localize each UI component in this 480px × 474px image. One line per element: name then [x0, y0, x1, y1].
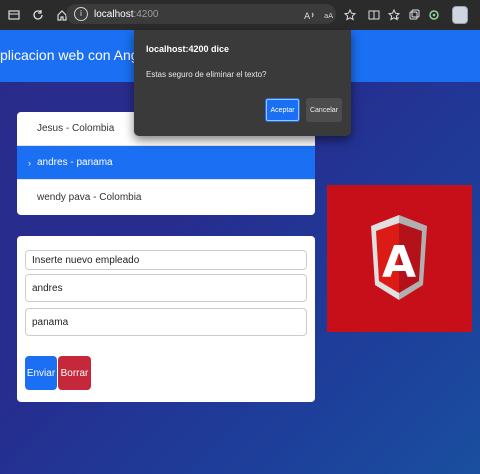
url-port: :4200 [133, 8, 159, 20]
list-item-active[interactable]: › andres - panama [17, 146, 315, 180]
list-item-label: Jesus - Colombia [37, 123, 115, 134]
window-menu-icon[interactable] [4, 5, 24, 25]
angular-letter: A [382, 237, 416, 288]
list-item-label: andres - panama [37, 157, 113, 168]
confirm-dialog: localhost:4200 dice Estas seguro de elim… [134, 30, 351, 136]
chevron-right-icon: › [28, 157, 31, 168]
collections-icon[interactable] [404, 5, 424, 25]
angular-logo-image: A [327, 185, 472, 332]
cancel-button[interactable]: Cancelar [306, 98, 342, 122]
list-item[interactable]: wendy pava - Colombia [17, 180, 315, 214]
browser-toolbar: i localhost:4200 A aA [0, 0, 480, 30]
angular-logo-icon: A [371, 215, 427, 300]
dialog-title: localhost:4200 dice [146, 44, 230, 54]
dialog-message: Estas seguro de eliminar el texto? [146, 70, 267, 79]
employee-form: Inserte nuevo empleado andres panama Env… [17, 236, 315, 402]
submit-button[interactable]: Enviar [25, 356, 57, 390]
split-screen-icon[interactable] [364, 5, 384, 25]
form-header-text: Inserte nuevo empleado [32, 254, 140, 266]
refresh-icon[interactable] [28, 5, 48, 25]
read-aloud-icon[interactable]: A [300, 5, 320, 25]
svg-text:aA: aA [324, 12, 333, 20]
site-info-icon[interactable]: i [74, 7, 88, 21]
accept-button[interactable]: Aceptar [265, 98, 300, 122]
profile-icon[interactable] [450, 5, 470, 25]
country-input[interactable]: panama [25, 308, 307, 336]
list-item-label: wendy pava - Colombia [37, 191, 142, 203]
favorites-icon[interactable] [384, 5, 404, 25]
country-value: panama [32, 316, 69, 328]
translate-icon[interactable]: aA [320, 5, 340, 25]
svg-text:A: A [304, 12, 311, 21]
name-input[interactable]: andres [25, 274, 307, 302]
delete-button[interactable]: Borrar [58, 356, 91, 390]
url-host: localhost [94, 8, 134, 20]
favorite-star-icon[interactable] [340, 5, 360, 25]
form-header-field[interactable]: Inserte nuevo empleado [25, 250, 307, 270]
name-value: andres [32, 282, 63, 294]
address-bar[interactable]: i localhost:4200 [66, 4, 336, 24]
avatar [452, 6, 468, 24]
extensions-icon[interactable] [424, 5, 444, 25]
toolbar-icons: A aA [300, 5, 480, 25]
